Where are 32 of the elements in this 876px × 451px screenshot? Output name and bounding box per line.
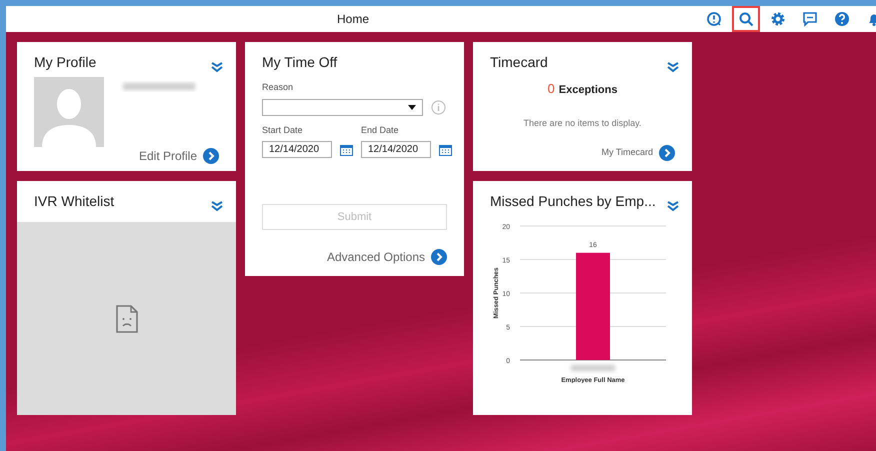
- arrow-right-icon: [659, 145, 675, 161]
- card-title: Timecard: [490, 53, 548, 72]
- card-title: Missed Punches by Emp...: [490, 192, 656, 211]
- link[interactable]: Edit Profile: [138, 147, 197, 165]
- broken-document-icon: [116, 304, 138, 332]
- link[interactable]: My Timecard: [601, 146, 653, 160]
- calendar-icon[interactable]: [439, 144, 452, 156]
- alert-clock-icon: [706, 11, 722, 27]
- date-field[interactable]: 12/14/2020: [262, 141, 332, 158]
- search-icon: [738, 11, 754, 27]
- settings-icon: [770, 11, 786, 27]
- field-label: Start Date: [262, 124, 304, 136]
- arrow-right-icon: [203, 148, 219, 164]
- help-icon: [834, 11, 850, 27]
- link[interactable]: Advanced Options: [326, 248, 425, 266]
- caret-icon: [408, 104, 416, 110]
- calendar-icon[interactable]: [340, 144, 353, 156]
- empty-message: There are no items to display.: [522, 117, 642, 130]
- redacted-name: [571, 365, 615, 371]
- card-title: IVR Whitelist: [34, 192, 114, 211]
- card-title: My Profile: [34, 53, 96, 72]
- avatar-icon: [34, 77, 104, 147]
- date-field[interactable]: 12/14/2020: [361, 141, 431, 158]
- card-title: My Time Off: [262, 53, 338, 72]
- arrow-right-icon: [431, 249, 447, 265]
- exception-count: 0: [548, 81, 555, 96]
- page-title: Home: [336, 11, 369, 28]
- search-button[interactable]: [732, 6, 760, 32]
- chat-icon: [802, 11, 818, 27]
- field-label: Reason: [262, 81, 294, 94]
- field-label: End Date: [361, 124, 400, 136]
- exceptions-label: Exceptions: [558, 84, 618, 96]
